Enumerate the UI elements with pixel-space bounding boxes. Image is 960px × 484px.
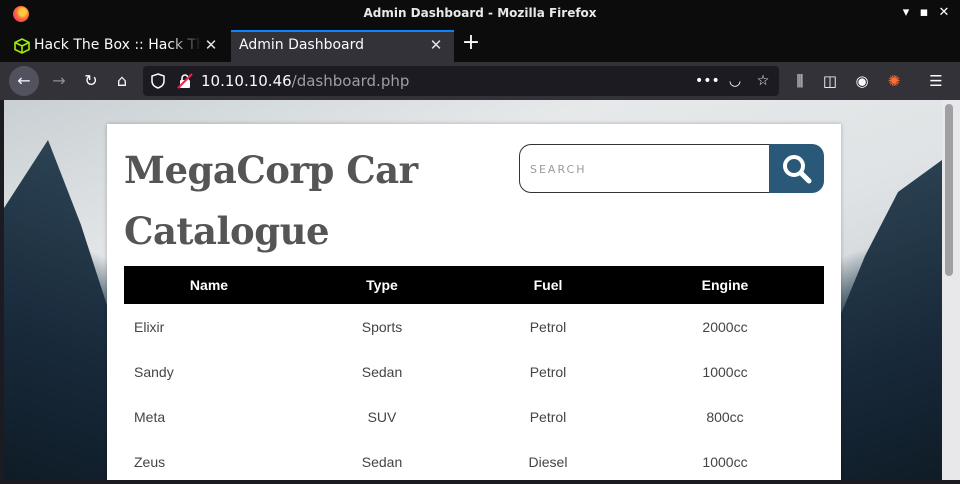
url-path: /dashboard.php <box>291 72 410 90</box>
column-header-fuel: Fuel <box>533 277 563 293</box>
column-header-type: Type <box>366 277 398 293</box>
cell-name: Sandy <box>134 363 174 380</box>
cell-name: Meta <box>134 408 166 425</box>
scrollbar-thumb[interactable] <box>945 104 953 276</box>
url-host: 10.10.10.46 <box>201 72 292 90</box>
url-text[interactable]: 10.10.10.46/dashboard.php <box>201 72 409 90</box>
hackthebox-cube-icon <box>14 38 30 54</box>
insecure-lock-icon[interactable] <box>177 73 193 89</box>
table-row: Meta SUV Petrol 800cc <box>124 394 824 439</box>
bookmark-star-icon[interactable]: ☆ <box>753 71 773 91</box>
tracking-shield-icon[interactable] <box>151 73 165 89</box>
cell-name: Zeus <box>134 453 166 470</box>
cell-engine: 2000cc <box>702 318 748 335</box>
minimize-icon[interactable]: ▾ <box>898 5 914 21</box>
cell-fuel: Diesel <box>528 453 568 470</box>
cell-type: Sports <box>361 318 403 335</box>
search-button[interactable] <box>769 144 824 193</box>
back-button[interactable]: ← <box>9 66 39 96</box>
home-button[interactable]: ⌂ <box>107 66 137 96</box>
cell-type: Sedan <box>361 363 403 380</box>
table-row: Sandy Sedan Petrol 1000cc <box>124 349 824 394</box>
tab-hackthebox[interactable]: Hack The Box :: Hack The Box ✕ <box>6 30 230 62</box>
cell-type: Sedan <box>361 453 403 470</box>
page-title: MegaCorp Car Catalogue <box>124 148 418 253</box>
tab-admin-dashboard[interactable]: Admin Dashboard ✕ <box>231 30 454 62</box>
forward-button[interactable]: → <box>44 66 74 96</box>
tab-close-icon[interactable]: ✕ <box>427 36 445 54</box>
cell-fuel: Petrol <box>529 363 567 380</box>
search-field[interactable] <box>519 144 769 193</box>
cell-engine: 1000cc <box>702 453 748 470</box>
tab-label: Hack The Box :: Hack The Box <box>34 37 202 53</box>
library-icon[interactable]: ⫼ <box>790 71 810 91</box>
maximize-icon[interactable]: ▪ <box>916 5 932 21</box>
page-viewport: MegaCorp Car Catalogue Name Type Fuel En… <box>4 100 942 480</box>
background-mountain-left <box>4 140 114 480</box>
window-titlebar: Admin Dashboard - Mozilla Firefox ▾ ▪ ✕ <box>0 0 960 28</box>
cell-name: Elixir <box>134 318 165 335</box>
search-input[interactable] <box>530 159 750 179</box>
page-actions-icon[interactable]: ••• <box>695 71 720 91</box>
car-table: Name Type Fuel Engine Elixir Sports Petr… <box>124 266 824 480</box>
search-icon <box>783 155 812 184</box>
column-header-engine: Engine <box>701 277 749 293</box>
address-bar[interactable]: 10.10.10.46/dashboard.php ••• ◡ ☆ <box>143 66 779 96</box>
menu-icon[interactable]: ☰ <box>926 71 946 91</box>
navigation-toolbar: ← → ↻ ⌂ 10.10.10.46/dashboard.php ••• ◡ … <box>0 62 960 100</box>
new-tab-button[interactable]: + <box>460 32 482 54</box>
column-header-name: Name <box>189 277 229 293</box>
cell-fuel: Petrol <box>529 408 567 425</box>
account-icon[interactable]: ◉ <box>852 71 872 91</box>
table-header-row: Name Type Fuel Engine <box>124 266 824 304</box>
pocket-icon[interactable]: ◡ <box>725 71 745 91</box>
tab-close-icon[interactable]: ✕ <box>202 36 220 54</box>
cell-engine: 1000cc <box>702 363 748 380</box>
tab-label: Admin Dashboard <box>239 37 365 53</box>
reload-button[interactable]: ↻ <box>76 66 106 96</box>
sidebar-icon[interactable]: ◫ <box>820 71 840 91</box>
cell-engine: 800cc <box>706 408 744 425</box>
window-title: Admin Dashboard - Mozilla Firefox <box>363 6 597 20</box>
extension-icon[interactable]: ✺ <box>884 71 904 91</box>
tab-strip: Hack The Box :: Hack The Box ✕ Admin Das… <box>0 28 960 62</box>
catalogue-card: MegaCorp Car Catalogue Name Type Fuel En… <box>107 124 841 480</box>
table-row: Zeus Sedan Diesel 1000cc <box>124 439 824 480</box>
cell-fuel: Petrol <box>529 318 567 335</box>
cell-type: SUV <box>367 408 397 425</box>
table-row: Elixir Sports Petrol 2000cc <box>124 304 824 349</box>
close-window-icon[interactable]: ✕ <box>936 5 952 21</box>
background-mountain-right <box>832 160 942 480</box>
